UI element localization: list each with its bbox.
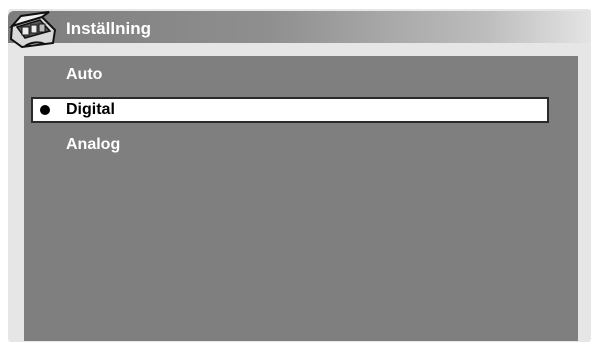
selected-bullet-icon xyxy=(40,105,50,115)
menu-item-label: Auto xyxy=(66,66,103,83)
menu-item-analog[interactable]: Analog xyxy=(31,133,549,159)
page-title: Inställning xyxy=(66,19,151,38)
menu-item-digital[interactable]: Digital xyxy=(31,97,549,123)
menu-item-auto[interactable]: Auto xyxy=(31,63,549,89)
menu-item-label: Analog xyxy=(66,136,121,153)
menu-item-label: Digital xyxy=(66,101,115,118)
tool-case-icon xyxy=(8,10,59,49)
settings-panel: Auto Digital Analog xyxy=(24,56,578,341)
